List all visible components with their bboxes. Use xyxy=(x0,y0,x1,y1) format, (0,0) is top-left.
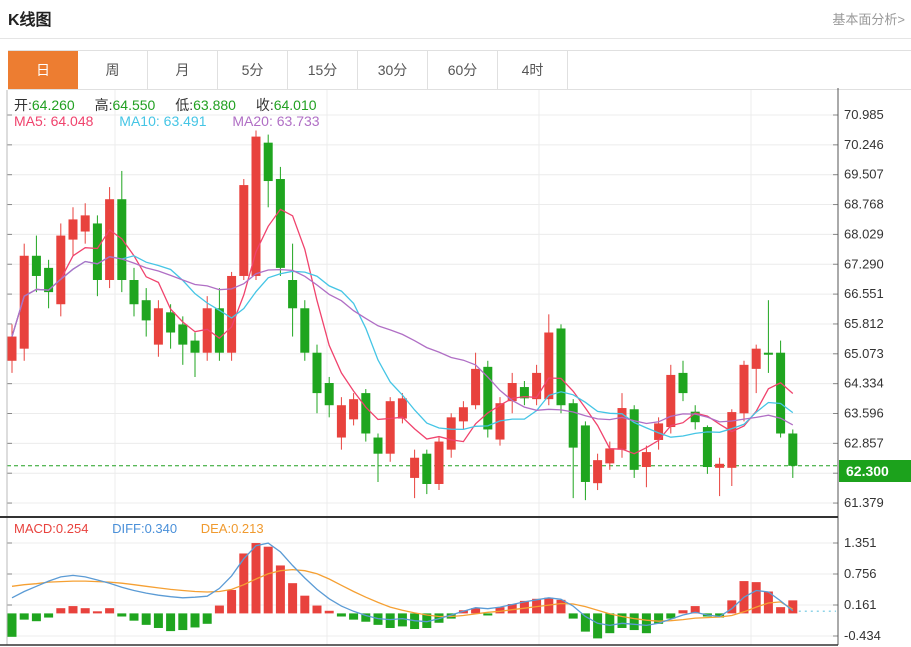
macd-label: MACD: xyxy=(14,521,56,536)
open-value: 64.260 xyxy=(32,97,75,113)
price-axis-label: 68.029 xyxy=(844,226,884,241)
price-axis-label: 64.334 xyxy=(844,376,884,391)
price-axis-label: 68.768 xyxy=(844,197,884,212)
price-axis-label: 69.507 xyxy=(844,167,884,182)
diff-value: 0.340 xyxy=(145,521,178,536)
low-value: 63.880 xyxy=(193,97,236,113)
ma10-label: MA10: xyxy=(119,113,163,129)
ohlc-readout: 开:64.260 高:64.550 低:63.880 收:64.010 xyxy=(14,95,333,115)
current-price-badge: 62.300 xyxy=(839,460,911,482)
price-axis-label: 61.379 xyxy=(844,495,884,510)
close-value: 64.010 xyxy=(274,97,317,113)
macd-value: 0.254 xyxy=(56,521,89,536)
macd-axis-label: 1.351 xyxy=(844,535,877,550)
open-label: 开: xyxy=(14,97,32,113)
ma20-value: 63.733 xyxy=(277,113,320,129)
price-axis-label: 63.596 xyxy=(844,406,884,421)
price-axis-label: 66.551 xyxy=(844,286,884,301)
price-axis-label: 65.073 xyxy=(844,346,884,361)
ma10-value: 63.491 xyxy=(164,113,207,129)
dea-label: DEA: xyxy=(201,521,231,536)
ma5-label: MA5: xyxy=(14,113,51,129)
ma5-value: 64.048 xyxy=(51,113,94,129)
macd-readout: MACD:0.254 DIFF:0.340 DEA:0.213 xyxy=(14,521,264,536)
high-label: 高: xyxy=(95,97,113,113)
candles-group xyxy=(8,131,798,501)
macd-histogram-group xyxy=(8,543,798,638)
chart-area: 70.985 70.246 69.507 68.768 68.029 67.290 66.5… xyxy=(0,0,911,647)
low-label: 低: xyxy=(175,97,193,113)
macd-axis-label: -0.434 xyxy=(844,628,881,643)
dea-value: 0.213 xyxy=(231,521,264,536)
macd-axis-label: 0.756 xyxy=(844,566,877,581)
price-axis-label: 70.985 xyxy=(844,107,884,122)
price-axis-label: 62.857 xyxy=(844,435,884,450)
diff-label: DIFF: xyxy=(112,521,145,536)
price-axis-label: 65.812 xyxy=(844,316,884,331)
ma20-label: MA20: xyxy=(232,113,276,129)
close-label: 收: xyxy=(256,97,274,113)
ma5-line xyxy=(12,209,793,453)
price-axis-label: 67.290 xyxy=(844,256,884,271)
ma-readout: MA5: 64.048 MA10: 63.491 MA20: 63.733 xyxy=(14,113,320,129)
price-axis-label: 70.246 xyxy=(844,137,884,152)
macd-axis-label: 0.161 xyxy=(844,597,877,612)
high-value: 64.550 xyxy=(113,97,156,113)
kline-page: K线图 基本面分析> 日 周 月 5分 15分 30分 60分 4时 70.98… xyxy=(0,0,911,647)
